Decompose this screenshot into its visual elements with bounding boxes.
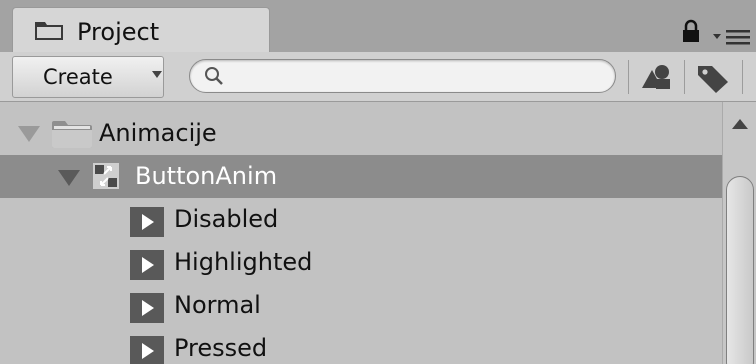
tree-row-normal[interactable]: Normal [0, 284, 722, 327]
project-window: Project Create Animacije ButtonAnim Disa… [0, 0, 756, 364]
toolbar-separator [684, 60, 685, 94]
create-button-label: Create [43, 65, 113, 89]
folder-icon [52, 121, 92, 148]
play-icon [130, 207, 164, 237]
filter-by-label-icon[interactable] [692, 60, 732, 94]
search-icon [205, 67, 223, 85]
tree-item-label: Animacije [99, 119, 217, 147]
tree-item-label: Disabled [174, 205, 279, 233]
tree-row-disabled[interactable]: Disabled [0, 198, 722, 241]
tree-row-buttonanim[interactable]: ButtonAnim [0, 155, 722, 198]
tab-project[interactable]: Project [12, 7, 270, 52]
panel-menu-icon[interactable] [713, 28, 751, 46]
toolbar: Create [0, 52, 756, 102]
foldout-expanded-icon[interactable] [58, 168, 80, 188]
play-icon [130, 293, 164, 323]
tree-row-animacije[interactable]: Animacije [0, 112, 722, 155]
dropdown-arrow-icon [152, 71, 162, 78]
scrollbar-thumb[interactable] [726, 176, 754, 364]
play-icon [130, 336, 164, 364]
tab-strip: Project [0, 0, 756, 53]
tab-label: Project [77, 18, 160, 46]
scroll-up-icon[interactable] [731, 118, 749, 130]
animator-controller-icon [93, 163, 119, 189]
vertical-scrollbar[interactable] [722, 102, 756, 364]
toolbar-separator [628, 60, 629, 94]
lock-icon[interactable] [682, 19, 700, 43]
tree-item-label: ButtonAnim [135, 162, 278, 190]
folder-icon [35, 22, 63, 40]
search-field[interactable] [189, 59, 616, 93]
tree-row-highlighted[interactable]: Highlighted [0, 241, 722, 284]
project-tree: Animacije ButtonAnim Disabled Highlighte… [0, 102, 722, 364]
play-icon [130, 250, 164, 280]
toolbar-separator [742, 60, 743, 94]
search-input[interactable] [230, 64, 604, 90]
tree-item-label: Normal [174, 291, 261, 319]
filter-by-type-icon[interactable] [638, 62, 674, 92]
create-button[interactable]: Create [12, 56, 164, 98]
tree-row-pressed[interactable]: Pressed [0, 327, 722, 364]
tree-item-label: Highlighted [174, 248, 313, 276]
foldout-expanded-icon[interactable] [18, 124, 40, 144]
tree-item-label: Pressed [174, 334, 268, 362]
